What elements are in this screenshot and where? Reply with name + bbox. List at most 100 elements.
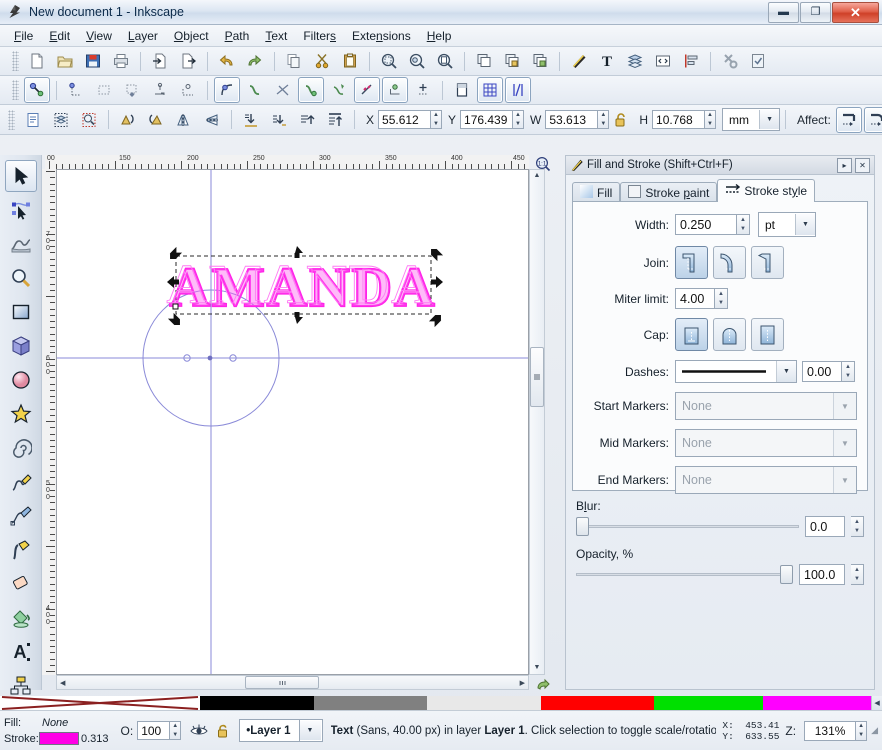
x-spinner[interactable]: ▲▼: [378, 110, 443, 129]
resize-grip[interactable]: ◢: [871, 725, 878, 736]
print-icon[interactable]: [108, 48, 134, 74]
miter-limit-spin-arrows[interactable]: ▲ ▼: [715, 288, 728, 309]
snap-grid-icon[interactable]: [477, 77, 503, 103]
preferences-icon[interactable]: [717, 48, 743, 74]
menu-layer[interactable]: Layer: [120, 27, 166, 45]
toolbar-grip[interactable]: [12, 51, 19, 71]
fill-stroke-dialog-icon[interactable]: [566, 48, 592, 74]
eraser-tool[interactable]: [5, 568, 37, 600]
zoom-spinner[interactable]: ▲▼: [804, 720, 868, 741]
menu-filters[interactable]: Filters: [295, 27, 344, 45]
zoom-selection-icon[interactable]: [376, 48, 402, 74]
paint-bucket-tool[interactable]: [5, 602, 37, 634]
y-spin-arrows[interactable]: ▲ ▼: [512, 110, 525, 129]
selector-tool[interactable]: [4, 160, 37, 192]
fill-stroke-indicator[interactable]: Fill: None Stroke:: [4, 716, 79, 746]
snap-nodes-icon[interactable]: [214, 77, 240, 103]
opacity-value-input[interactable]: [799, 564, 845, 585]
opacity-slider[interactable]: [576, 565, 793, 584]
cut-icon[interactable]: [309, 48, 335, 74]
dash-offset-spin-arrows[interactable]: ▲ ▼: [842, 361, 855, 382]
copy-icon[interactable]: [281, 48, 307, 74]
xml-editor-icon[interactable]: [650, 48, 676, 74]
lock-open-icon[interactable]: [610, 107, 632, 133]
menu-object[interactable]: Object: [166, 27, 217, 45]
blur-spin-arrows[interactable]: ▲ ▼: [851, 516, 864, 537]
scroll-left-icon[interactable]: ◀: [60, 679, 65, 687]
round-cap-icon[interactable]: [713, 318, 746, 351]
layers-dialog-icon[interactable]: [622, 48, 648, 74]
y-input[interactable]: [460, 110, 513, 129]
end-markers-dropdown[interactable]: None ▼: [675, 466, 857, 494]
close-button[interactable]: ✕: [832, 2, 879, 23]
3d-box-tool[interactable]: [5, 330, 37, 362]
snap-bbox-centers-icon[interactable]: [175, 77, 201, 103]
group-icon[interactable]: [499, 48, 525, 74]
export-icon[interactable]: [175, 48, 201, 74]
blur-value-input[interactable]: [805, 516, 845, 537]
palette-swatch-black[interactable]: [200, 696, 314, 710]
pencil-tool[interactable]: [5, 466, 37, 498]
vertical-scroll-thumb[interactable]: [530, 347, 544, 407]
miter-join-icon[interactable]: [675, 246, 708, 279]
tab-stroke-paint[interactable]: Stroke paint: [620, 182, 718, 202]
canvas-horizontal-scrollbar[interactable]: ◀ ▶: [56, 675, 529, 690]
palette-swatch-red[interactable]: [540, 696, 654, 710]
toolbar-grip[interactable]: [8, 109, 15, 130]
node-editor-tool[interactable]: [5, 194, 37, 226]
units-dropdown[interactable]: mm ▼: [722, 108, 781, 131]
bevel-join-icon[interactable]: [751, 246, 784, 279]
snap-bbox-corners-icon[interactable]: [119, 77, 145, 103]
new-document-icon[interactable]: [24, 48, 50, 74]
document-properties-icon[interactable]: [745, 48, 771, 74]
rotate-ccw-icon[interactable]: [115, 107, 141, 133]
rectangle-tool[interactable]: [5, 296, 37, 328]
scale-rounded-corners-icon[interactable]: [863, 106, 882, 133]
palette-swatch-gray[interactable]: [313, 696, 427, 710]
bezier-pen-tool[interactable]: [5, 500, 37, 532]
scale-stroke-width-icon[interactable]: [835, 106, 862, 133]
chevron-down-icon[interactable]: ▼: [776, 361, 796, 382]
scroll-up-icon[interactable]: ▲: [534, 172, 541, 179]
tweak-tool[interactable]: [5, 228, 37, 260]
toolbar-grip[interactable]: [12, 80, 19, 100]
snap-bounding-box-icon[interactable]: [63, 77, 89, 103]
select-all-layers-icon[interactable]: [48, 107, 74, 133]
stroke-width-input[interactable]: [675, 214, 737, 235]
layer-selector[interactable]: •Layer 1: [239, 719, 300, 742]
spiral-tool[interactable]: [5, 432, 37, 464]
scroll-right-icon[interactable]: ▶: [520, 679, 525, 687]
star-tool[interactable]: [5, 398, 37, 430]
zoom-page-icon[interactable]: [432, 48, 458, 74]
snap-midpoints-icon[interactable]: [354, 77, 380, 103]
dash-pattern-dropdown[interactable]: ▼: [675, 360, 797, 383]
tab-fill[interactable]: Fill: [572, 182, 621, 202]
blur-slider-knob[interactable]: [576, 517, 589, 536]
ellipse-tool[interactable]: [5, 364, 37, 396]
h-spinner[interactable]: ▲▼: [652, 110, 717, 129]
chevron-down-icon[interactable]: ▼: [759, 110, 780, 129]
stroke-width-spin-arrows[interactable]: ▲ ▼: [737, 214, 750, 235]
canvas-vertical-scrollbar[interactable]: ▲ ▼: [529, 169, 545, 675]
menu-file[interactable]: File: [6, 27, 41, 45]
zoom-input[interactable]: [804, 720, 856, 741]
save-document-icon[interactable]: [80, 48, 106, 74]
snap-paths-icon[interactable]: [242, 77, 268, 103]
opacity-spin-arrows[interactable]: ▲ ▼: [169, 721, 182, 740]
text-tool[interactable]: A: [5, 636, 37, 668]
h-spin-arrows[interactable]: ▲ ▼: [704, 110, 717, 129]
menu-extensions[interactable]: Extensions: [344, 27, 419, 45]
layer-dropdown-button[interactable]: ▼: [299, 719, 323, 742]
zoom-drawing-icon[interactable]: [404, 48, 430, 74]
palette-scroll-left-icon[interactable]: ◀: [871, 696, 882, 710]
butt-cap-icon[interactable]: [675, 318, 708, 351]
text-properties-icon[interactable]: T: [594, 48, 620, 74]
palette-swatch-light-gray[interactable]: [427, 696, 541, 710]
dock-collapse-button[interactable]: ▸: [837, 157, 852, 173]
tab-stroke-style[interactable]: Stroke style: [717, 179, 816, 202]
mid-markers-dropdown[interactable]: None ▼: [675, 429, 857, 457]
palette-swatch-none[interactable]: [0, 696, 200, 710]
x-input[interactable]: [378, 110, 431, 129]
rotate-cw-icon[interactable]: [143, 107, 169, 133]
snap-page-border-icon[interactable]: [449, 77, 475, 103]
